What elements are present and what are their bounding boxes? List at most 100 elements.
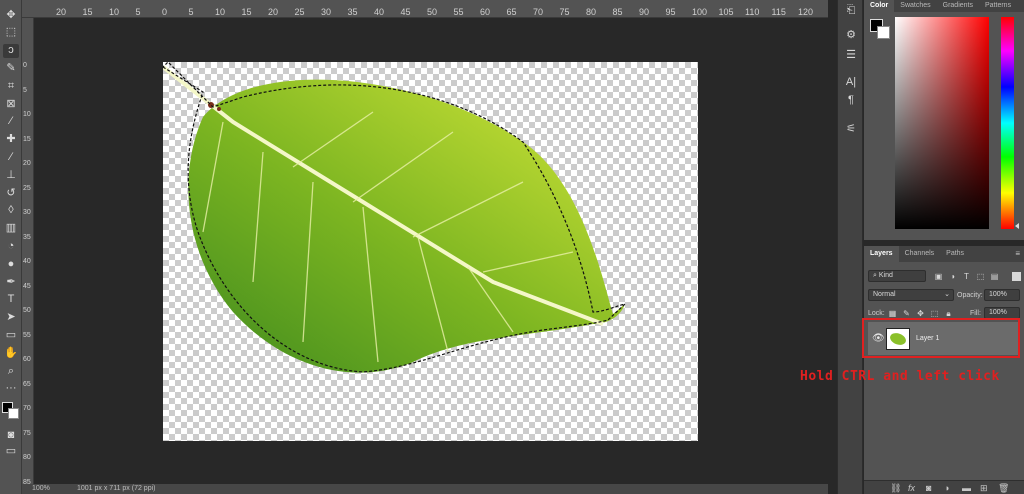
tools-panel: ◙ ▭ ✥ ⬚ ↄ ✎ ⌗ ⊠ ⁄ ✚ ∕ ⊥ ↺ ◊ ▥ ◔ ● ✒ T ➤ ▭ ✋ ⌕ ··· <box>0 0 22 494</box>
lock-pixels-icon[interactable]: ▦ <box>888 309 897 318</box>
ruler-tick-label: 5 <box>23 86 27 94</box>
lock-all-icon[interactable]: 🔒︎ <box>944 309 953 318</box>
lasso-icon[interactable]: ↄ <box>3 43 19 58</box>
lock-label: Lock: <box>868 310 885 317</box>
hue-slider[interactable] <box>1001 17 1014 229</box>
saturation-value-picker[interactable] <box>895 17 989 229</box>
tab-paths[interactable]: Paths <box>940 246 970 262</box>
ruler-tick-label: 105 <box>718 7 734 17</box>
zoom-level[interactable]: 100% <box>32 485 50 492</box>
healing-brush-icon[interactable]: ✚ <box>3 133 19 147</box>
type-icon[interactable]: T <box>3 293 19 307</box>
ruler-tick-label: 50 <box>23 307 31 314</box>
more-tools-icon[interactable]: ··· <box>3 382 19 396</box>
ruler-tick-label: 30 <box>321 7 332 17</box>
ruler-tick-label: 0 <box>162 7 168 17</box>
vertical-ruler: 051015202530354045505560657075808590 <box>22 18 34 484</box>
brush-icon[interactable]: ∕ <box>3 150 19 164</box>
document-size: 1001 px x 711 px (72 ppi) <box>77 485 156 492</box>
screen-mode-icon[interactable]: ▭ <box>3 444 19 458</box>
history-icon[interactable]: ⎗ <box>842 2 860 18</box>
hand-icon[interactable]: ✋ <box>3 346 19 360</box>
layers-footer: ⛓ fx ◙ ◑ ▬ ⊞ 🗑︎ <box>864 480 1024 494</box>
ruler-tick-label: 10 <box>23 111 31 118</box>
history-brush-icon[interactable]: ↺ <box>3 186 19 200</box>
gradient-icon[interactable]: ▥ <box>3 222 19 236</box>
layer-filter-select[interactable]: ⌕ Kind <box>868 270 926 282</box>
path-selection-icon[interactable]: ➤ <box>3 311 19 325</box>
marquee-icon[interactable]: ⬚ <box>3 26 19 40</box>
ruler-tick-label: 40 <box>374 7 385 17</box>
leaf-layer-image <box>163 62 628 373</box>
ruler-tick-label: 55 <box>23 331 31 339</box>
opacity-input[interactable]: 100% <box>984 289 1020 301</box>
rectangle-icon[interactable]: ▭ <box>3 328 19 342</box>
tab-channels[interactable]: Channels <box>899 246 941 262</box>
filter-shape-icon[interactable]: ⬚ <box>976 272 985 281</box>
libraries-icon[interactable]: ⚟ <box>842 120 860 136</box>
fill-label: Fill: <box>970 310 981 317</box>
background-color-swatch[interactable] <box>8 408 19 419</box>
dodge-icon[interactable]: ● <box>3 257 19 271</box>
ruler-tick-label: 65 <box>23 380 31 388</box>
ruler-tick-label: 15 <box>23 135 31 143</box>
ruler-tick-label: 5 <box>135 7 141 17</box>
ruler-tick-label: 20 <box>23 160 31 167</box>
ruler-tick-label: 10 <box>215 7 226 17</box>
layer-style-icon[interactable]: fx <box>908 483 915 493</box>
ruler-tick-label: 95 <box>665 7 676 17</box>
move-icon[interactable]: ✥ <box>3 8 19 22</box>
lock-image-icon[interactable]: ✎ <box>902 309 911 318</box>
lock-position-icon[interactable]: ✥ <box>916 309 925 318</box>
quick-mask-icon[interactable]: ◙ <box>3 428 19 442</box>
ruler-tick-label: 25 <box>23 184 31 192</box>
filter-type-icon[interactable]: T <box>962 272 971 281</box>
crop-icon[interactable]: ⌗ <box>3 79 19 93</box>
ruler-tick-label: 60 <box>480 7 491 17</box>
pen-icon[interactable]: ✒ <box>3 275 19 289</box>
filter-toggle-icon[interactable] <box>1012 272 1021 281</box>
tab-color[interactable]: Color <box>864 0 895 12</box>
new-group-icon[interactable]: ▬ <box>962 483 971 493</box>
tab-layers[interactable]: Layers <box>864 246 899 262</box>
blur-icon[interactable]: ◔ <box>3 239 19 253</box>
quick-selection-icon[interactable]: ✎ <box>3 61 19 75</box>
link-layers-icon[interactable]: ⛓ <box>890 483 901 494</box>
ruler-tick-label: 30 <box>23 209 31 216</box>
blend-mode-value: Normal <box>873 291 896 298</box>
trash-icon[interactable]: 🗑︎ <box>998 483 1009 494</box>
eraser-icon[interactable]: ◊ <box>3 204 19 218</box>
layers-panel: Layers Channels Paths ≡ ⌕ Kind ▣ ◑ T ⬚ ▤… <box>864 246 1024 480</box>
panel-menu-icon[interactable]: ≡ <box>1015 249 1020 258</box>
status-bar: 100% 1001 px x 711 px (72 ppi) <box>22 484 828 494</box>
ruler-tick-label: 110 <box>745 7 760 17</box>
paragraph-icon[interactable]: ¶ <box>842 92 860 108</box>
properties-icon[interactable]: ☰ <box>842 46 860 62</box>
ruler-tick-label: 85 <box>612 7 623 17</box>
tab-swatches[interactable]: Swatches <box>894 0 936 12</box>
zoom-icon[interactable]: ⌕ <box>3 364 19 378</box>
tab-gradients[interactable]: Gradients <box>937 0 979 12</box>
filter-smart-object-icon[interactable]: ▤ <box>990 272 999 281</box>
ruler-tick-label: 5 <box>188 7 194 17</box>
annotation-text: Hold CTRL and left click <box>800 369 1000 384</box>
filter-pixel-icon[interactable]: ▣ <box>934 272 943 281</box>
ruler-tick-label: 35 <box>347 7 358 17</box>
adjustments-icon[interactable]: ⚙ <box>842 26 860 42</box>
frame-icon[interactable]: ⊠ <box>3 97 19 111</box>
eyedropper-icon[interactable]: ⁄ <box>3 115 19 129</box>
filter-adjustment-icon[interactable]: ◑ <box>948 272 957 281</box>
blend-mode-select[interactable]: Normal ⌄ <box>868 289 954 301</box>
clone-stamp-icon[interactable]: ⊥ <box>3 168 19 182</box>
color-panel-background[interactable] <box>877 26 890 39</box>
layer-mask-icon[interactable]: ◙ <box>926 483 931 493</box>
tab-patterns[interactable]: Patterns <box>979 0 1017 12</box>
horizontal-ruler: 20 15 10 5 0 5 10 15 20 25 30 35 40 45 50 55 60 65 70 75 80 8… <box>22 0 828 18</box>
new-layer-icon[interactable]: ⊞ <box>980 483 988 494</box>
ruler-tick-label: 15 <box>241 7 252 17</box>
character-icon[interactable]: A| <box>842 74 860 90</box>
hue-slider-handle[interactable] <box>1015 223 1019 229</box>
ruler-tick-label: 10 <box>109 7 120 17</box>
adjustment-layer-icon[interactable]: ◑ <box>944 483 949 493</box>
lock-artboard-icon[interactable]: ⬚ <box>930 309 939 318</box>
